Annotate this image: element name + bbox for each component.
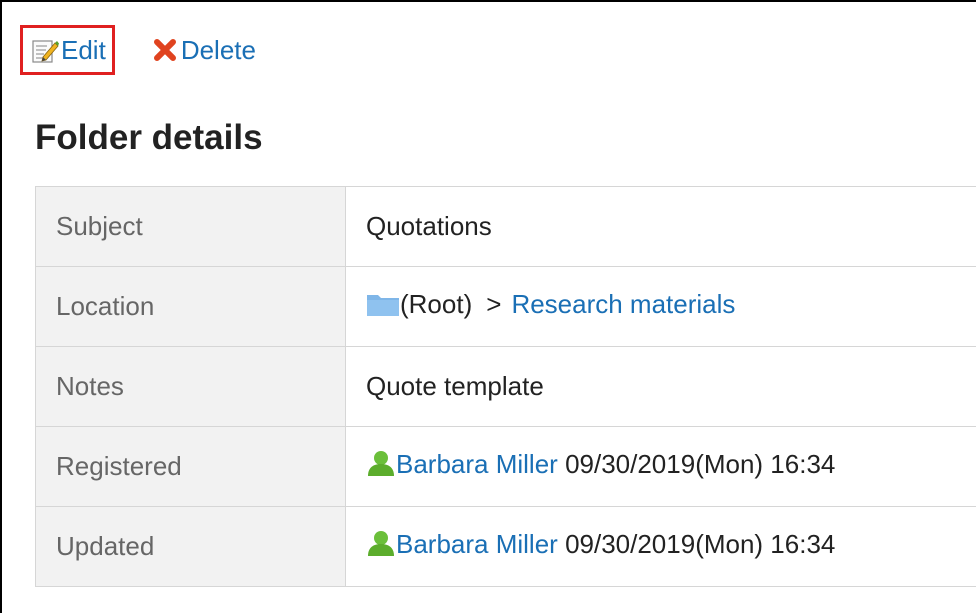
user-icon: [366, 449, 396, 484]
subject-label: Subject: [35, 186, 346, 267]
location-label: Location: [35, 266, 346, 347]
location-value: (Root) > Research materials: [345, 266, 976, 347]
table-row-subject: Subject Quotations: [35, 186, 976, 267]
folder-details-table: Subject Quotations Location (Root) > Resea…: [35, 186, 976, 587]
table-row-notes: Notes Quote template: [35, 346, 976, 427]
page-title: Folder details: [35, 118, 263, 157]
location-root: (Root): [400, 289, 473, 319]
edit-label: Edit: [61, 34, 106, 65]
subject-value: Quotations: [345, 186, 976, 267]
registered-user-link[interactable]: Barbara Miller: [396, 449, 558, 479]
registered-datetime: 09/30/2019(Mon) 16:34: [565, 449, 836, 479]
table-row-location: Location (Root) > Research materials: [35, 266, 976, 347]
updated-user-link[interactable]: Barbara Miller: [396, 529, 558, 559]
table-row-registered: Registered Barbara Miller 09/30/2019(Mon…: [35, 426, 976, 507]
location-folder-link[interactable]: Research materials: [511, 289, 735, 319]
updated-label: Updated: [35, 506, 346, 587]
breadcrumb-separator: >: [486, 289, 502, 319]
table-row-updated: Updated Barbara Miller 09/30/2019(Mon) 1…: [35, 506, 976, 587]
folder-icon: [366, 291, 400, 324]
delete-x-icon: [151, 36, 179, 64]
edit-button[interactable]: Edit: [20, 25, 115, 75]
updated-value: Barbara Miller 09/30/2019(Mon) 16:34: [345, 506, 976, 587]
registered-value: Barbara Miller 09/30/2019(Mon) 16:34: [345, 426, 976, 507]
edit-pencil-icon: [31, 36, 59, 64]
notes-value: Quote template: [345, 346, 976, 427]
delete-button[interactable]: Delete: [151, 35, 256, 66]
toolbar: Edit Delete: [20, 22, 256, 78]
notes-label: Notes: [35, 346, 346, 427]
window-frame: Edit Delete Folder details Subject Quota…: [0, 0, 976, 613]
registered-label: Registered: [35, 426, 346, 507]
delete-label: Delete: [180, 34, 256, 65]
user-icon: [366, 529, 396, 564]
updated-datetime: 09/30/2019(Mon) 16:34: [565, 529, 836, 559]
